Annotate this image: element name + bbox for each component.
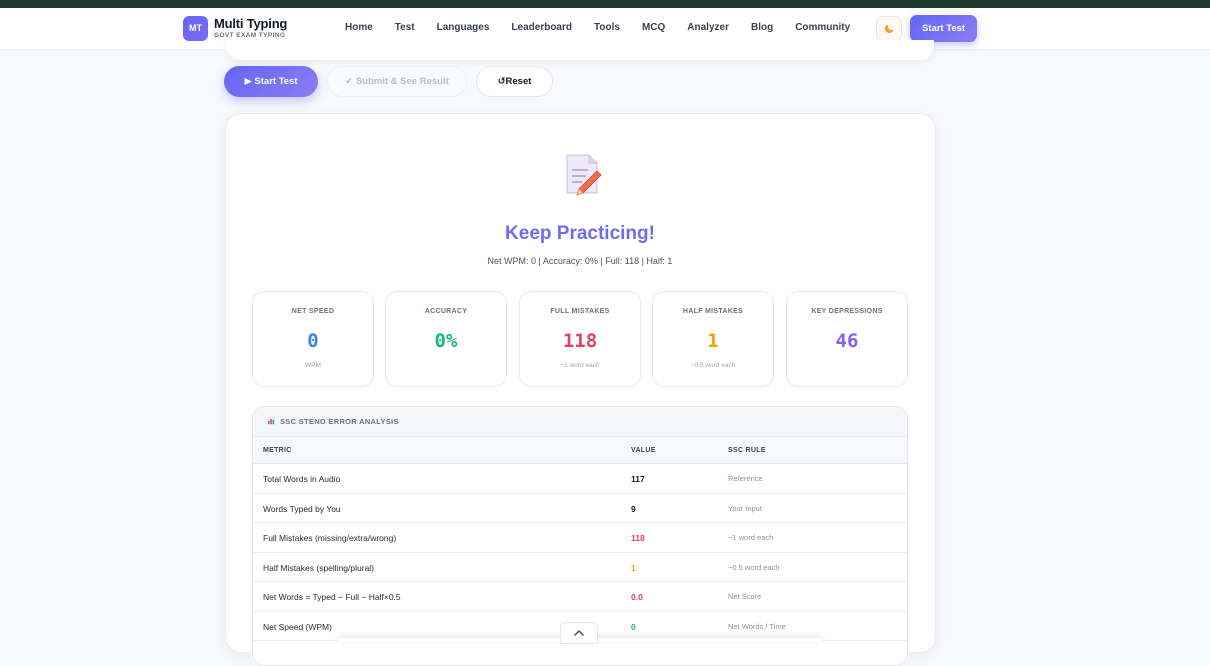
metric-cell: Total Words in Audio bbox=[263, 474, 341, 484]
stat-value: 0 bbox=[307, 330, 319, 352]
analysis-title: SSC STENO ERROR ANALYSIS bbox=[280, 417, 399, 426]
reset-button[interactable]: ↺Reset bbox=[476, 66, 553, 97]
theme-toggle-button[interactable] bbox=[876, 16, 902, 42]
document-pencil-icon bbox=[566, 154, 602, 196]
nav-analyzer[interactable]: Analyzer bbox=[687, 22, 729, 33]
nav-home[interactable]: Home bbox=[345, 22, 373, 33]
top-strip bbox=[0, 0, 1210, 8]
start-test-button[interactable]: ▶ Start Test bbox=[224, 66, 318, 97]
table-row: Half Mistakes (spelling/plural) 1 −0.5 w… bbox=[253, 553, 907, 582]
stat-key-depressions: KEY DEPRESSIONS 46 bbox=[786, 291, 908, 387]
stat-note: −1 word each bbox=[560, 362, 600, 369]
rule-cell: Net Score bbox=[728, 592, 762, 601]
stat-value: 46 bbox=[835, 330, 859, 352]
column-rule: SSC RULE bbox=[728, 447, 766, 454]
stat-accuracy: ACCURACY 0% bbox=[385, 291, 507, 387]
metric-cell: Full Mistakes (missing/extra/wrong) bbox=[263, 533, 397, 543]
stat-full-mistakes: FULL MISTAKES 118 −1 word each bbox=[519, 291, 641, 387]
nav-community[interactable]: Community bbox=[795, 22, 850, 33]
table-row: Words Typed by You 9 Your Input bbox=[253, 494, 907, 523]
logo-subtitle: GOVT EXAM TYPING bbox=[214, 32, 286, 39]
metric-cell: Words Typed by You bbox=[263, 503, 341, 514]
stat-half-mistakes: HALF MISTAKES 1 −0.5 word each bbox=[652, 291, 774, 387]
stat-note: −0.5 word each bbox=[690, 362, 736, 369]
stat-value: 1 bbox=[707, 330, 719, 352]
stat-label: KEY DEPRESSIONS bbox=[811, 308, 883, 315]
analysis-header: SSC STENO ERROR ANALYSIS bbox=[253, 407, 907, 437]
rule-cell: Reference bbox=[728, 474, 763, 483]
rule-cell: Your Input bbox=[728, 503, 762, 513]
previous-card-edge bbox=[226, 40, 934, 60]
nav-languages[interactable]: Languages bbox=[437, 22, 490, 33]
value-cell: 118 bbox=[631, 533, 645, 543]
value-cell: 0.0 bbox=[631, 592, 643, 602]
stat-label: HALF MISTAKES bbox=[682, 308, 744, 315]
rule-cell: Net Words / Time bbox=[728, 621, 786, 631]
stat-label: NET SPEED bbox=[291, 308, 335, 315]
metric-cell: Net Speed (WPM) bbox=[263, 621, 332, 632]
nav-blog[interactable]: Blog bbox=[751, 22, 773, 33]
rule-cell: −0.5 word each bbox=[728, 562, 780, 572]
stat-value: 0% bbox=[434, 330, 458, 352]
metric-cell: Half Mistakes (spelling/plural) bbox=[263, 562, 375, 573]
stat-label: FULL MISTAKES bbox=[550, 308, 610, 315]
value-cell: 117 bbox=[631, 474, 645, 484]
chart-icon bbox=[267, 416, 275, 427]
scroll-up-button[interactable] bbox=[560, 622, 598, 644]
table-row: Full Mistakes (missing/extra/wrong) 118 … bbox=[253, 523, 907, 553]
result-title: Keep Practicing! bbox=[505, 223, 655, 244]
logo-title[interactable]: Multi Typing bbox=[214, 16, 287, 31]
column-metric: METRIC bbox=[263, 447, 292, 454]
table-header: METRIC VALUE SSC RULE bbox=[253, 437, 907, 464]
chevron-up-icon bbox=[573, 629, 585, 637]
nav-start-test-button[interactable]: Start Test bbox=[910, 15, 977, 42]
stat-label: ACCURACY bbox=[424, 308, 468, 315]
nav-links: Home Test Languages Leaderboard Tools MC… bbox=[345, 22, 872, 33]
nav-tools[interactable]: Tools bbox=[594, 22, 620, 33]
nav-leaderboard[interactable]: Leaderboard bbox=[511, 22, 572, 33]
stat-value: 118 bbox=[562, 330, 598, 352]
nav-test[interactable]: Test bbox=[395, 22, 415, 33]
moon-icon bbox=[885, 24, 894, 33]
result-summary: Net WPM: 0 | Accuracy: 0% | Full: 118 | … bbox=[487, 256, 673, 266]
stat-note: WPM bbox=[305, 362, 321, 369]
logo-badge[interactable]: MT bbox=[183, 16, 208, 41]
value-cell: 0 bbox=[631, 621, 636, 632]
metric-cell: Net Words = Typed − Full − Half×0.5 bbox=[263, 592, 401, 602]
submit-result-button[interactable]: ✔ Submit & See Result bbox=[327, 66, 467, 97]
rule-cell: −1 word each bbox=[728, 533, 774, 542]
column-value: VALUE bbox=[631, 447, 656, 454]
value-cell: 1 bbox=[631, 562, 636, 573]
stat-net-speed: NET SPEED 0 WPM bbox=[252, 291, 374, 387]
table-row: Total Words in Audio 117 Reference bbox=[253, 464, 907, 494]
table-row: Net Words = Typed − Full − Half×0.5 0.0 … bbox=[253, 582, 907, 612]
nav-mcq[interactable]: MCQ bbox=[642, 22, 665, 33]
value-cell: 9 bbox=[631, 503, 636, 514]
